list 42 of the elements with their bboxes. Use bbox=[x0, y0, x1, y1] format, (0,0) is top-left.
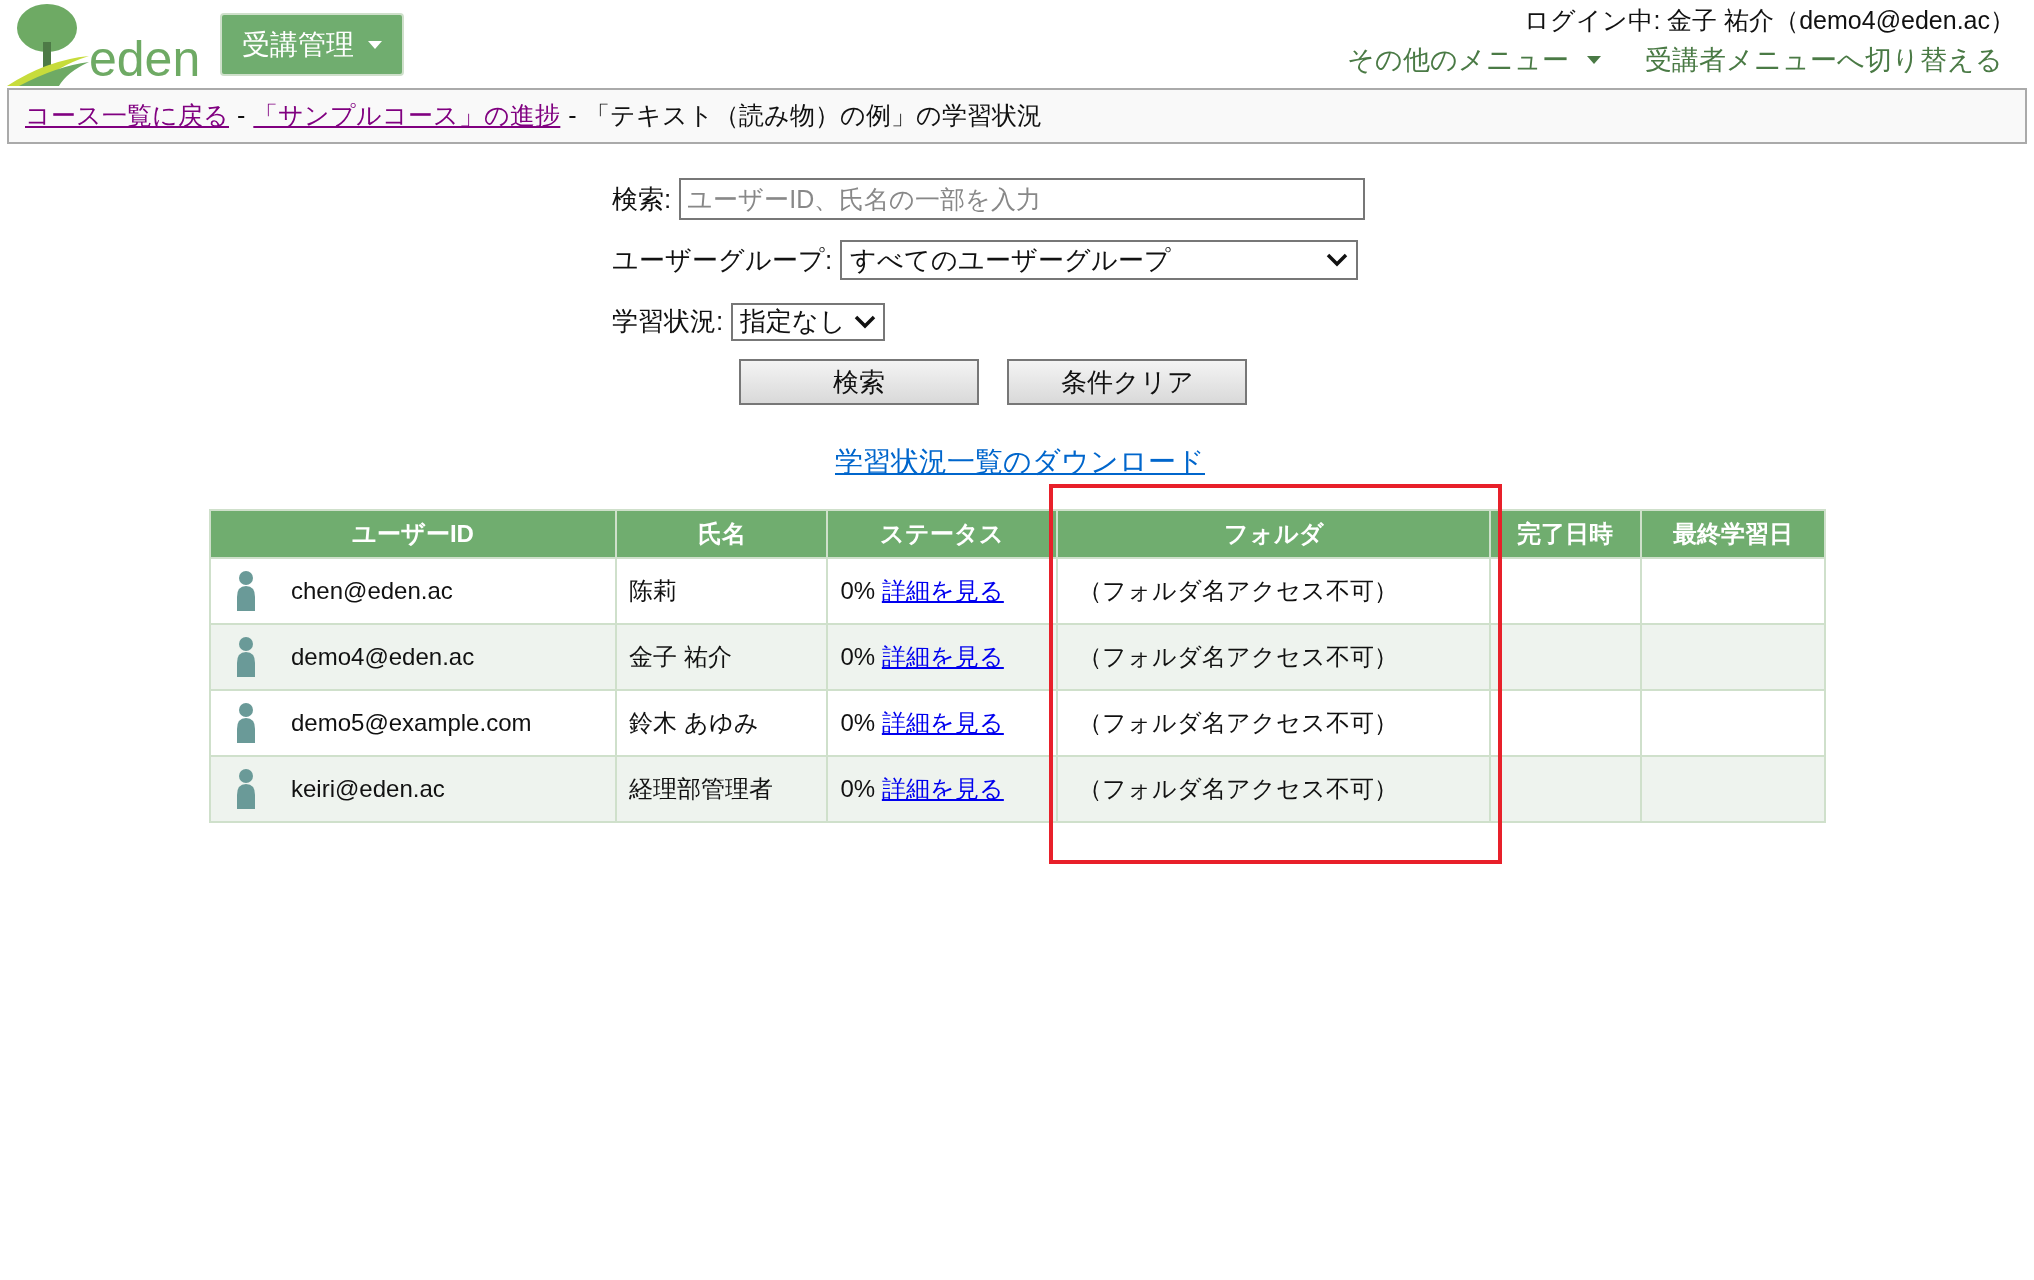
user-group-dropdown[interactable]: すべてのユーザーグループ bbox=[840, 240, 1359, 280]
user-id: keiri@eden.ac bbox=[291, 774, 445, 804]
column-header: ステータス bbox=[827, 510, 1058, 558]
breadcrumb-separator: - bbox=[568, 100, 577, 132]
column-header: フォルダ bbox=[1057, 510, 1490, 558]
chevron-down-icon bbox=[854, 314, 877, 329]
breadcrumb-separator: - bbox=[237, 100, 246, 132]
login-info: ログイン中: 金子 祐介（demo4@eden.ac） bbox=[1524, 5, 2015, 36]
user-id: chen@eden.ac bbox=[291, 576, 453, 606]
breadcrumb-link[interactable]: 「サンプルコース」の進捗 bbox=[253, 97, 561, 135]
user-id: demo4@eden.ac bbox=[291, 642, 475, 672]
search-field[interactable]: ユーザーID、氏名の一部を入力 bbox=[679, 178, 1366, 220]
progress-text: 0% bbox=[840, 577, 876, 604]
logo-text: eden bbox=[89, 34, 201, 86]
detail-link[interactable]: 詳細を見る bbox=[881, 775, 1004, 802]
column-header: ユーザーID bbox=[210, 510, 616, 558]
table-cell: 経理部管理者 bbox=[615, 756, 828, 822]
detail-link[interactable]: 詳細を見る bbox=[881, 709, 1004, 736]
caret-icon bbox=[368, 40, 383, 49]
user-id: demo5@example.com bbox=[291, 708, 532, 738]
progress-text: 0% bbox=[840, 643, 876, 670]
progress-text: 0% bbox=[840, 709, 876, 736]
learning-status-label: 学習状況: bbox=[612, 305, 724, 338]
breadcrumb-current: 「テキスト（読み物）の例」の学習状況 bbox=[584, 100, 1042, 132]
breadcrumb-link[interactable]: コース一覧に戻る bbox=[25, 97, 229, 135]
learning-status-dropdown[interactable]: 指定なし bbox=[731, 302, 886, 341]
progress-text: 0% bbox=[840, 775, 876, 802]
column-header: 最終学習日 bbox=[1641, 510, 1825, 558]
detail-link[interactable]: 詳細を見る bbox=[881, 577, 1004, 604]
search-label: 検索: bbox=[612, 182, 672, 216]
switch-menu-link[interactable]: 受講者メニューへ切り替える bbox=[1645, 40, 2003, 81]
chevron-down-icon bbox=[1326, 253, 1349, 267]
column-header: 完了日時 bbox=[1489, 510, 1642, 558]
column-header: 氏名 bbox=[615, 510, 828, 558]
table-cell: （フォルダ名アクセス不可） bbox=[1057, 756, 1490, 822]
detail-link[interactable]: 詳細を見る bbox=[881, 643, 1004, 670]
other-menu-button[interactable]: その他のメニュー bbox=[1347, 40, 1601, 81]
user-group-label: ユーザーグループ: bbox=[612, 243, 833, 277]
search-button[interactable]: 検索 bbox=[739, 359, 979, 405]
clear-button[interactable]: 条件クリア bbox=[1007, 359, 1247, 405]
download-link[interactable]: 学習状況一覧のダウンロード bbox=[835, 441, 1205, 483]
caret-icon bbox=[1587, 56, 1601, 65]
